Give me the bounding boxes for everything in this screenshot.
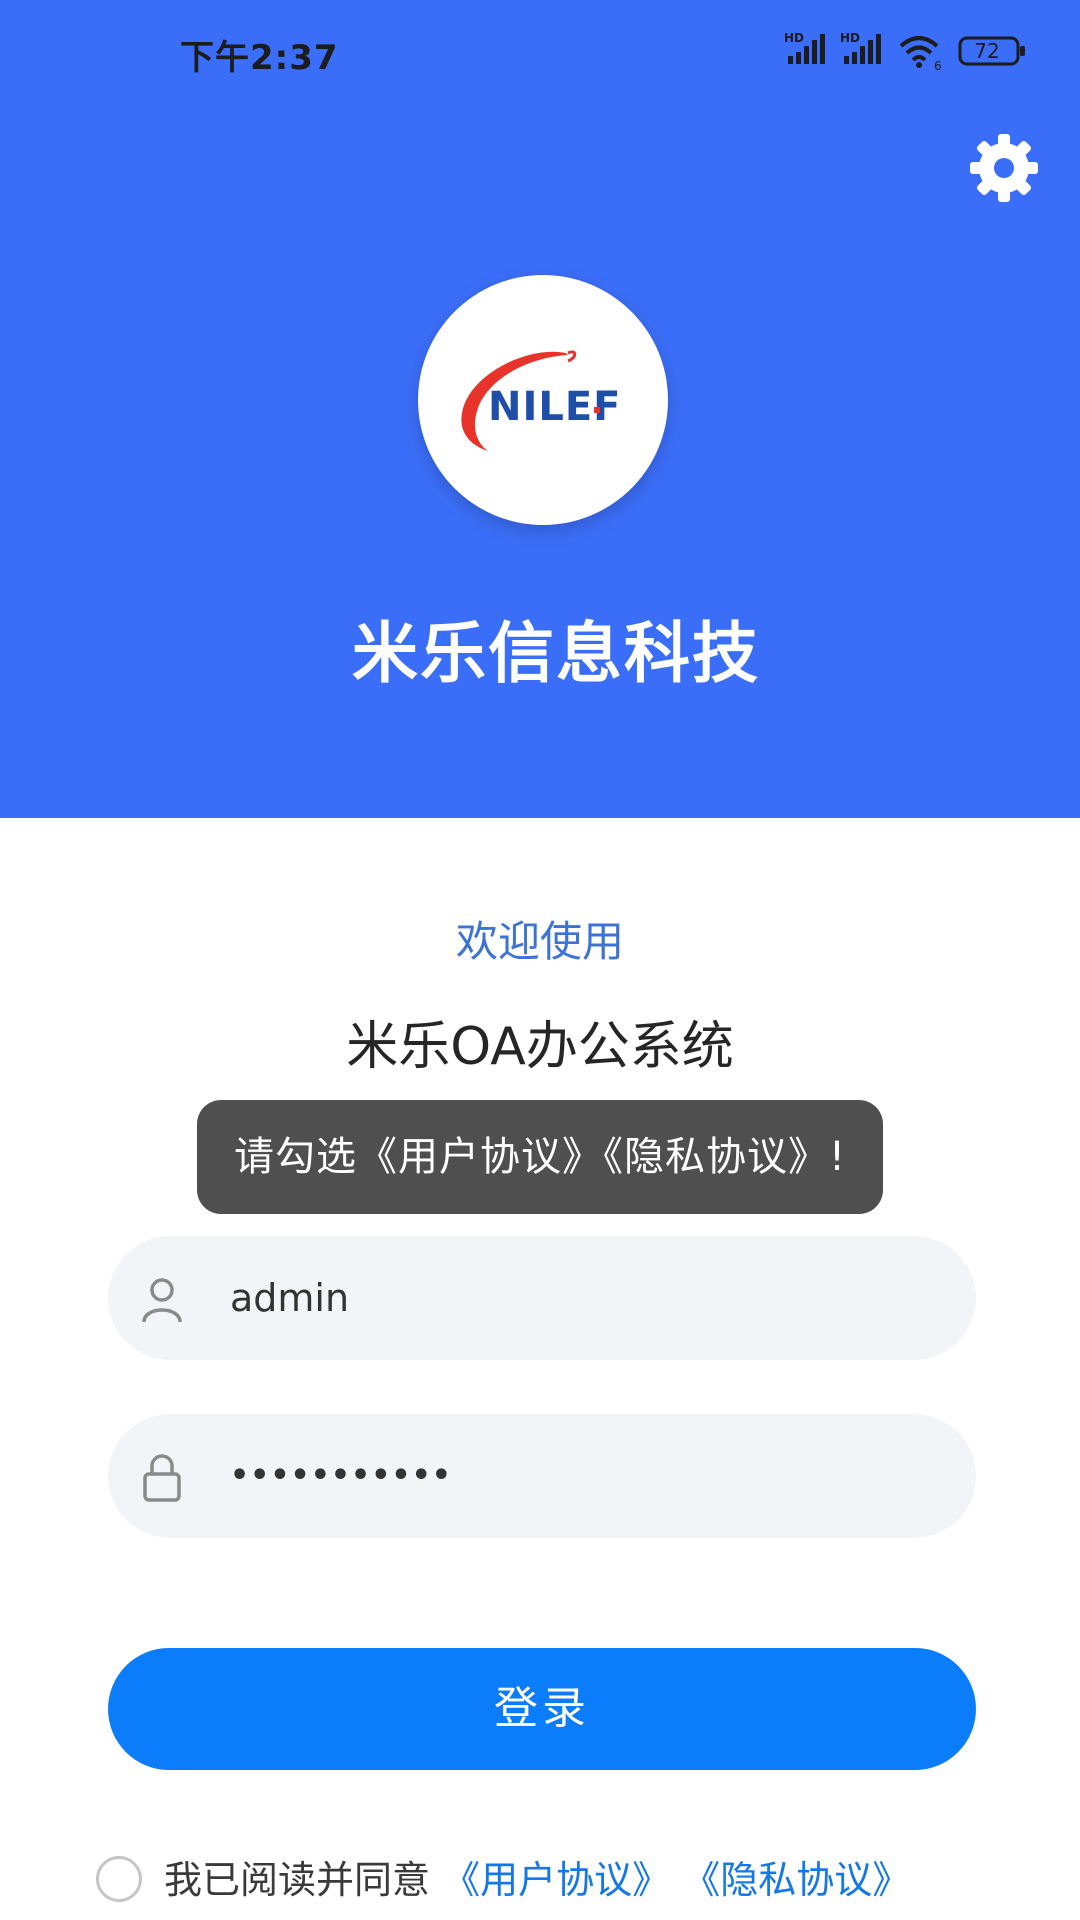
welcome-text: 欢迎使用	[455, 917, 624, 966]
status-icons: HD HD 6 72	[784, 26, 1029, 72]
company-logo: NILEF	[418, 275, 668, 525]
header-banner: 下午2:37 HD HD 6 72 NILEF 米乐信息科技	[0, 0, 1080, 818]
settings-gear-icon[interactable]	[968, 132, 1040, 204]
password-field[interactable]: •••••••••••	[108, 1414, 976, 1538]
signal-icon: HD	[784, 31, 825, 64]
logo-text: NILEF	[488, 384, 622, 430]
toast-message: 请勾选《用户协议》《隐私协议》!	[197, 1100, 883, 1214]
agreement-text: 我已阅读并同意 《用户协议》 《隐私协议》	[164, 1854, 910, 1906]
user-agreement-link[interactable]: 《用户协议》	[442, 1858, 670, 1902]
agreement-prefix: 我已阅读并同意	[164, 1858, 431, 1902]
brand-title: 米乐信息科技	[352, 615, 760, 692]
battery-level: 72	[974, 39, 1000, 63]
username-input[interactable]: admin	[230, 1236, 349, 1360]
agree-checkbox[interactable]	[96, 1856, 142, 1902]
privacy-agreement-link[interactable]: 《隐私协议》	[682, 1858, 910, 1902]
signal-hd-label-2: HD	[840, 31, 860, 45]
system-title: 米乐OA办公系统	[346, 1017, 734, 1077]
signal-hd-label: HD	[784, 31, 804, 45]
user-icon	[142, 1278, 182, 1323]
password-input[interactable]: •••••••••••	[230, 1414, 452, 1538]
agreement-row: 我已阅读并同意 《用户协议》 《隐私协议》	[96, 1854, 1056, 1914]
login-button[interactable]: 登录	[108, 1648, 976, 1770]
username-field[interactable]: admin	[108, 1236, 976, 1360]
signal-icon-2: HD	[840, 31, 881, 64]
wifi-icon: 6	[899, 36, 942, 72]
status-time: 下午2:37	[180, 38, 339, 78]
wifi-label: 6	[934, 59, 942, 72]
lock-icon	[143, 1454, 181, 1502]
